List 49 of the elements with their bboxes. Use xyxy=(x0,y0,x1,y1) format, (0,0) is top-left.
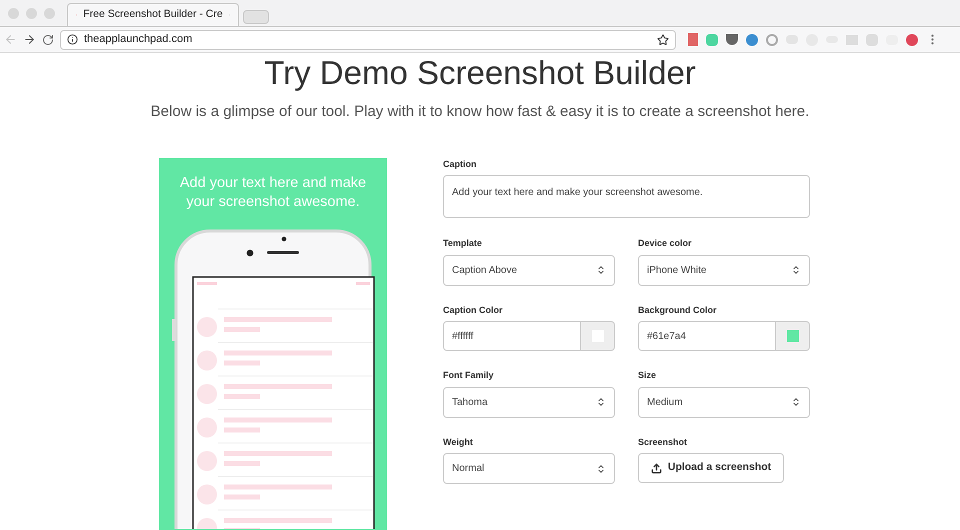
window-zoom-button[interactable] xyxy=(44,8,55,18)
upload-icon xyxy=(650,462,662,474)
page-title: Try Demo Screenshot Builder xyxy=(264,55,696,91)
book-extension-icon[interactable] xyxy=(688,33,698,46)
field-label: Template xyxy=(443,237,483,250)
forward-icon[interactable] xyxy=(23,33,36,46)
browser-tab[interactable]: Free Screenshot Builder - Cre xyxy=(67,3,239,26)
tab-title: Free Screenshot Builder - Cre xyxy=(83,7,223,22)
extension-icon[interactable] xyxy=(706,34,718,46)
color-input-field[interactable]: #61e7a4 xyxy=(638,321,776,351)
select-field[interactable]: iPhone White xyxy=(638,254,810,286)
target-extension-icon[interactable] xyxy=(766,34,778,46)
select-arrows-icon xyxy=(596,397,606,407)
field-label: Size xyxy=(638,369,658,382)
window-minimize-button[interactable] xyxy=(26,8,37,18)
color-swatch xyxy=(786,330,798,342)
field-label: Background Color xyxy=(638,304,718,317)
back-icon[interactable] xyxy=(4,33,17,46)
select-field[interactable]: Tahoma xyxy=(443,386,615,418)
pinterest-extension-icon[interactable] xyxy=(906,34,918,46)
select-arrows-icon xyxy=(791,397,801,407)
color-swatch-button[interactable] xyxy=(776,321,810,351)
select-field[interactable]: Medium xyxy=(638,386,810,418)
globe-extension-icon[interactable] xyxy=(746,34,758,46)
page-subtitle: Below is a glimpse of our tool. Play with it to know how fast & easy it is to create a screenshot here. xyxy=(150,102,810,122)
url-text: theapplaunchpad.com xyxy=(84,32,194,48)
upload-button[interactable]: Upload a screenshot xyxy=(638,453,784,483)
reload-icon[interactable] xyxy=(42,34,54,46)
select-field[interactable]: Normal xyxy=(443,453,615,484)
field-label: Screenshot xyxy=(638,436,688,448)
address-bar[interactable]: theapplaunchpad.com xyxy=(60,30,676,50)
field-label: Font Family xyxy=(443,369,495,382)
field-label: Caption Color xyxy=(443,304,504,317)
field-label: Device color xyxy=(638,237,693,250)
select-field[interactable]: Caption Above xyxy=(443,254,615,286)
window-close-button[interactable] xyxy=(8,8,19,18)
caption-textarea[interactable]: Add your text here and make your screenshot awesome. xyxy=(443,175,810,218)
select-arrows-icon xyxy=(791,265,801,275)
select-arrows-icon xyxy=(596,265,606,275)
field-label: Caption xyxy=(443,158,478,171)
color-swatch-button[interactable] xyxy=(581,321,615,351)
info-icon xyxy=(67,34,78,45)
field-label: Weight xyxy=(443,436,474,449)
pocket-extension-icon[interactable] xyxy=(726,34,738,45)
preview-caption: Add your text here and make your screenshot awesome. xyxy=(178,174,368,212)
bookmark-star-icon[interactable] xyxy=(657,34,669,46)
color-input-field[interactable]: #ffffff xyxy=(443,321,581,351)
new-tab-button[interactable] xyxy=(243,10,269,24)
select-arrows-icon xyxy=(596,464,606,474)
